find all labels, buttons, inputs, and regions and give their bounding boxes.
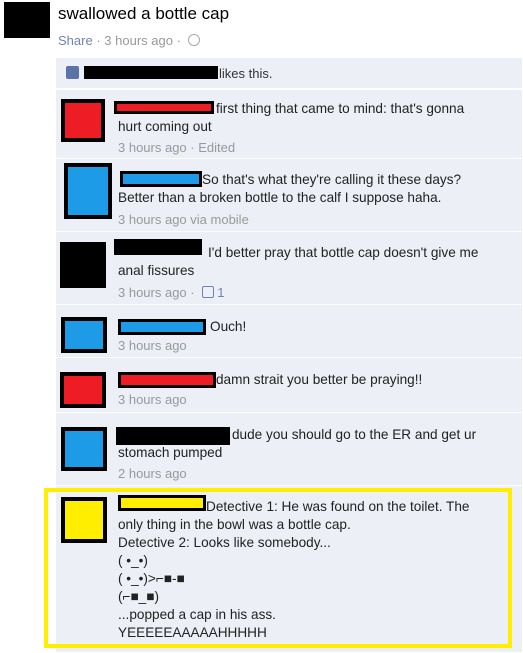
comment-text: So that's what they're calling it these … [118,172,462,205]
meta-separator: · [176,33,185,48]
globe-icon[interactable] [187,34,200,46]
comment-timestamp[interactable]: 2 hours ago [118,466,187,481]
meta-separator: · [190,285,199,300]
post-timestamp[interactable]: 3 hours ago [104,33,173,48]
comment-text: first thing that came to mind: that's go… [118,101,465,134]
commenter-avatar[interactable] [61,317,107,353]
comment: So that's what they're calling it these … [56,158,522,231]
comment-text: I'd better pray that bottle cap doesn't … [118,245,479,278]
likes-text: likes this. [219,66,273,81]
comment-timestamp[interactable]: 3 hours ago [118,392,187,407]
comment: first thing that came to mind: that's go… [56,89,522,158]
redacted-names [84,66,218,79]
comment-timestamp[interactable]: 3 hours ago [118,140,187,155]
comment-timestamp[interactable]: 3 hours ago via mobile [118,212,249,227]
share-link[interactable]: Share [58,33,93,48]
post-text: swallowed a bottle cap [58,4,230,23]
comment-text: damn strait you better be praying!! [216,372,423,387]
comment: I'd better pray that bottle cap doesn't … [56,231,522,304]
comment: Ouch! 3 hours ago [56,304,522,357]
commenter-avatar[interactable] [60,372,106,408]
comment-timestamp[interactable]: 3 hours ago [118,338,187,353]
highlight-box [44,488,512,648]
comment-meta: 3 hours ago · Edited [118,140,235,155]
comment-text: Ouch! [210,319,247,334]
commenter-avatar[interactable] [60,242,106,288]
thumbs-up-icon[interactable] [202,286,215,298]
comment: damn strait you better be praying!! 3 ho… [56,357,522,412]
edited-label[interactable]: Edited [198,140,235,155]
commenter-avatar[interactable] [64,163,112,219]
comment-timestamp[interactable]: 3 hours ago [118,285,187,300]
likes-row: likes this. [56,58,522,89]
comment-meta: 3 hours ago · 1 [118,285,224,300]
commenter-avatar[interactable] [61,99,105,142]
commenter-avatar[interactable] [61,427,107,471]
comment: dude you should go to the ER and get ur … [56,412,522,485]
thumbs-up-icon [66,66,79,79]
comment-text: dude you should go to the ER and get ur … [118,427,477,460]
post-meta: Share · 3 hours ago · [58,33,200,48]
like-count[interactable]: 1 [217,285,224,300]
poster-avatar[interactable] [4,2,50,38]
